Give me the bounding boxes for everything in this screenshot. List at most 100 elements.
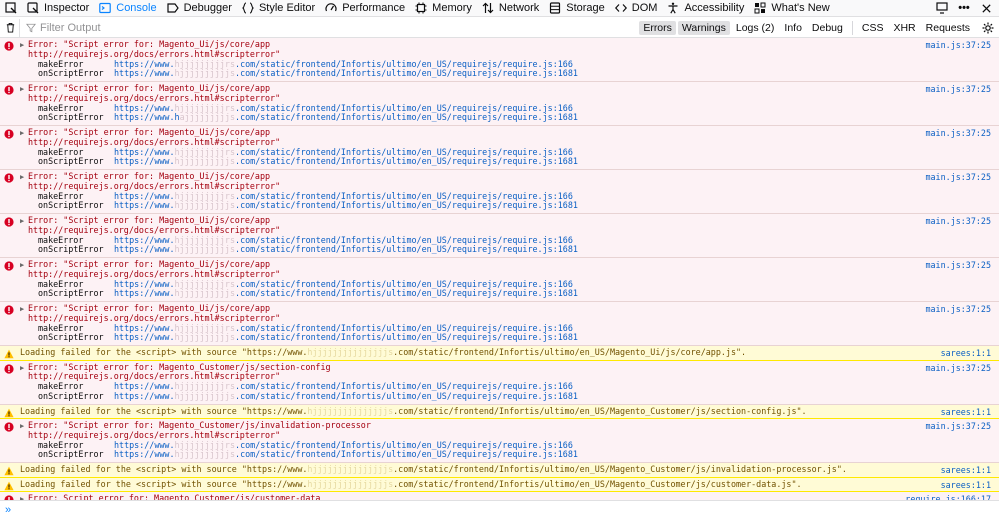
whats-new-icon bbox=[753, 1, 767, 15]
filter-button-errors[interactable]: Errors bbox=[639, 20, 676, 35]
message-source-link[interactable]: main.js:37:25 bbox=[925, 421, 991, 432]
url-prefix: https://www. bbox=[114, 200, 175, 211]
warning-prefix: Loading failed for the <script> with sou… bbox=[20, 464, 308, 474]
expand-twisty-icon[interactable]: ▶ bbox=[20, 422, 26, 431]
tab-label: Network bbox=[498, 2, 540, 14]
filter-placeholder: Filter Output bbox=[40, 21, 101, 34]
url-prefix: https://www. bbox=[114, 381, 175, 392]
url-path: .com/static/frontend/Infortis/ultimo/en_… bbox=[235, 332, 578, 343]
url-path: .com/static/frontend/Infortis/ultimo/en_… bbox=[235, 322, 573, 333]
expand-twisty-icon[interactable]: ▶ bbox=[20, 217, 26, 226]
message-source-link[interactable]: main.js:37:25 bbox=[925, 216, 991, 227]
filter-button-debug[interactable]: Debug bbox=[808, 21, 847, 35]
stack-frame-location[interactable]: https://www.hjjjjjjjjjjs.com/static/fron… bbox=[114, 200, 578, 211]
stack-frame-location[interactable]: https://www.hajjjjjjjjjs.com/static/fron… bbox=[114, 112, 578, 123]
warning-prefix: Loading failed for the <script> with sou… bbox=[20, 347, 308, 357]
error-message: main.js:37:25 ▶ Error: "Script error for: … bbox=[0, 170, 999, 214]
message-source-link[interactable]: sarees:1:1 bbox=[941, 480, 991, 491]
tab-storage[interactable]: Storage bbox=[544, 0, 610, 17]
prompt-chevron-icon: » bbox=[5, 504, 12, 516]
tab-debugger[interactable]: Debugger bbox=[162, 0, 237, 17]
expand-twisty-icon[interactable]: ▶ bbox=[20, 41, 26, 50]
console-settings-button[interactable] bbox=[981, 21, 995, 35]
error-message: main.js:37:25 ▶ Error: "Script error for: … bbox=[0, 38, 999, 82]
warning-text: Loading failed for the <script> with sou… bbox=[0, 347, 999, 358]
message-source-link[interactable]: sarees:1:1 bbox=[941, 348, 991, 359]
stack-frame: onScriptError https://www.hjjjjjjjjjjs.co… bbox=[0, 156, 999, 167]
expand-twisty-icon[interactable]: ▶ bbox=[20, 261, 26, 270]
tab-label: Storage bbox=[566, 2, 605, 14]
message-source-link[interactable]: sarees:1:1 bbox=[941, 407, 991, 418]
expand-twisty-icon[interactable]: ▶ bbox=[20, 85, 26, 94]
stack-frame-location[interactable]: https://www.hjjjjjjjjjjs.com/static/fron… bbox=[114, 156, 578, 167]
stack-frame-location[interactable]: https://www.hjjjjjjjjjjs.com/static/fron… bbox=[114, 391, 578, 402]
url-prefix: https://www. bbox=[114, 102, 175, 113]
warning-icon bbox=[4, 349, 14, 359]
filter-buttons: Errors Warnings Logs (2) Info Debug CSS XHR Req… bbox=[638, 18, 975, 38]
filter-button-logs-2[interactable]: Logs (2) bbox=[732, 21, 779, 35]
expand-twisty-icon[interactable]: ▶ bbox=[20, 305, 26, 314]
filter-button-xhr[interactable]: XHR bbox=[889, 21, 919, 35]
pick-element-button[interactable] bbox=[0, 0, 22, 17]
dom-icon bbox=[614, 1, 628, 15]
console-output[interactable]: main.js:37:25 ▶ Error: "Script error for: … bbox=[0, 38, 999, 500]
stack-frame-location[interactable]: https://www.hjjjjjjjjjjs.com/static/fron… bbox=[114, 449, 578, 460]
close-icon[interactable] bbox=[979, 1, 993, 15]
tab-what-s-new[interactable]: What's New bbox=[749, 0, 834, 17]
message-source-link[interactable]: main.js:37:25 bbox=[925, 84, 991, 95]
message-source-link[interactable]: main.js:37:25 bbox=[925, 128, 991, 139]
message-source-link[interactable]: main.js:37:25 bbox=[925, 260, 991, 271]
network-icon bbox=[481, 1, 495, 15]
redacted-domain: hjjjjjjjjjrs bbox=[174, 102, 236, 113]
redacted-domain: hjjjjjjjjjrs bbox=[174, 381, 236, 392]
stack-frame: onScriptError https://www.hjjjjjjjjjjs.co… bbox=[0, 288, 999, 299]
stack-frame-location[interactable]: https://www.hjjjjjjjjjjs.com/static/fron… bbox=[114, 288, 578, 299]
filter-input[interactable]: Filter Output bbox=[26, 22, 626, 34]
warning-url-path: .com/static/frontend/Infortis/ultimo/en_… bbox=[393, 405, 807, 416]
filter-button-warnings[interactable]: Warnings bbox=[677, 20, 730, 35]
redacted-domain: hjjjjjjjjjjs bbox=[174, 68, 236, 79]
message-source-link[interactable]: main.js:37:25 bbox=[925, 304, 991, 315]
warning-url-path: .com/static/frontend/Infortis/ultimo/en_… bbox=[393, 464, 847, 474]
stack-frame-function: onScriptError bbox=[38, 244, 104, 255]
expand-twisty-icon[interactable]: ▶ bbox=[20, 129, 26, 138]
tab-style-editor[interactable]: Style Editor bbox=[237, 0, 320, 17]
message-source-link[interactable]: main.js:37:25 bbox=[925, 172, 991, 183]
stack-frame-location[interactable]: https://www.hjjjjjjjjjjs.com/static/fron… bbox=[114, 332, 578, 343]
inspector-icon bbox=[26, 1, 40, 15]
expand-twisty-icon[interactable]: ▶ bbox=[20, 173, 26, 182]
tab-console[interactable]: Console bbox=[94, 0, 161, 17]
more-options-icon[interactable]: ••• bbox=[957, 1, 971, 15]
console-input[interactable]: » bbox=[0, 500, 999, 519]
clear-console-button[interactable] bbox=[2, 18, 20, 37]
filter-button-requests[interactable]: Requests bbox=[922, 21, 974, 35]
stack-frame-function: onScriptError bbox=[38, 390, 104, 401]
message-source-link[interactable]: sarees:1:1 bbox=[941, 465, 991, 476]
tab-inspector[interactable]: Inspector bbox=[22, 0, 94, 17]
stack-frame-location[interactable]: https://www.hjjjjjjjjjjs.com/static/fron… bbox=[114, 68, 578, 79]
url-prefix: https://www. bbox=[114, 146, 175, 157]
message-source-link[interactable]: main.js:37:25 bbox=[925, 363, 991, 374]
error-message: main.js:37:25 ▶ Error: "Script error for: … bbox=[0, 214, 999, 258]
message-source-link[interactable]: main.js:37:25 bbox=[925, 40, 991, 51]
url-prefix: https://www. bbox=[114, 322, 175, 333]
expand-twisty-icon[interactable]: ▶ bbox=[20, 364, 26, 373]
url-prefix: https://www. bbox=[114, 190, 175, 201]
stack-frame-function: onScriptError bbox=[38, 68, 104, 79]
responsive-design-icon[interactable] bbox=[935, 1, 949, 15]
tab-memory[interactable]: Memory bbox=[410, 0, 477, 17]
tab-dom[interactable]: DOM bbox=[610, 0, 663, 17]
error-message: main.js:37:25 ▶ Error: "Script error for: … bbox=[0, 419, 999, 463]
stack-frame-location[interactable]: https://www.hjjjjjjjjjjs.com/static/fron… bbox=[114, 244, 578, 255]
stack-frame-function: onScriptError bbox=[38, 449, 104, 460]
url-path: .com/static/frontend/Infortis/ultimo/en_… bbox=[235, 156, 578, 167]
tab-accessibility[interactable]: Accessibility bbox=[662, 0, 749, 17]
warning-text: Loading failed for the <script> with sou… bbox=[0, 464, 999, 475]
tab-network[interactable]: Network bbox=[477, 0, 544, 17]
tab-label: Style Editor bbox=[258, 2, 316, 14]
tab-performance[interactable]: Performance bbox=[320, 0, 410, 17]
warning-text: Loading failed for the <script> with sou… bbox=[0, 405, 999, 417]
filter-button-info[interactable]: Info bbox=[780, 21, 806, 35]
filter-button-css[interactable]: CSS bbox=[858, 21, 888, 35]
stack-frame-function: onScriptError bbox=[38, 112, 104, 123]
